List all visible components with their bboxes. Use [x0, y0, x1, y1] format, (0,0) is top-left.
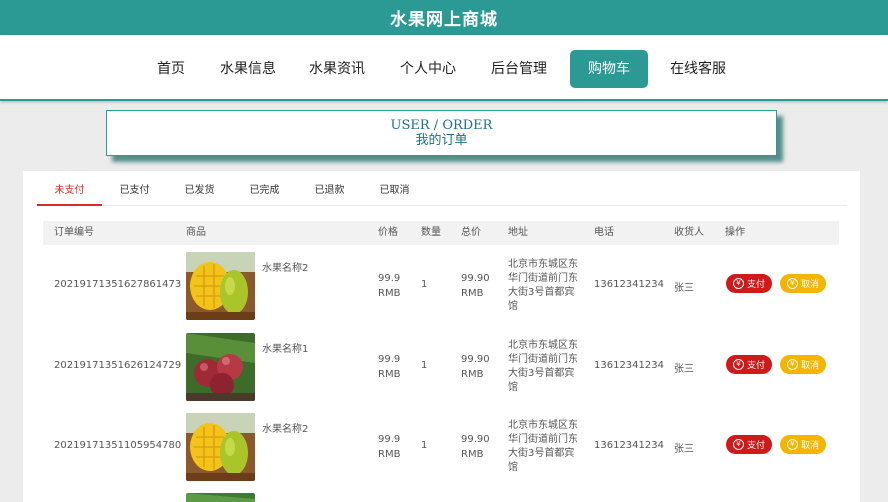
th-phone: 电话 [594, 227, 614, 238]
address: 北京市东城区东华门街道前门东大街3号首都宾馆 [508, 420, 578, 473]
quantity: 1 [421, 279, 428, 290]
nav-online-service[interactable]: 在线客服 [669, 50, 727, 88]
cancel-button[interactable]: ¥ 取消 [780, 435, 826, 454]
yen-icon: ¥ [786, 439, 798, 450]
main-nav: 首页 水果信息 水果资讯 个人中心 后台管理 购物车 在线客服 [0, 35, 888, 101]
tab-paid[interactable]: 已支付 [102, 179, 167, 206]
receiver: 张三 [674, 444, 694, 455]
th-order-no: 订单编号 [54, 227, 94, 238]
nav-home[interactable]: 首页 [155, 50, 187, 88]
pay-button[interactable]: ¥ 支付 [726, 274, 772, 293]
banner-title-zh: 我的订单 [415, 133, 468, 148]
mango-product-image [186, 252, 255, 320]
goods-name: 水果名称1 [262, 344, 309, 355]
price: 99.9 RMB [378, 434, 401, 460]
quantity: 1 [421, 360, 428, 371]
receiver: 张三 [674, 283, 694, 294]
nav-fruit-news[interactable]: 水果资讯 [308, 50, 366, 88]
phone: 13612341234 [594, 440, 664, 451]
goods-name: 水果名称2 [262, 424, 309, 435]
order-number: 20219171351105954780 [54, 440, 182, 451]
total-price: 99.90 RMB [461, 354, 490, 380]
th-qty: 数量 [421, 227, 441, 238]
yen-icon: ¥ [732, 359, 744, 370]
mango-product-image [186, 413, 255, 481]
phone: 13612341234 [594, 360, 664, 371]
tab-shipped[interactable]: 已发货 [167, 179, 232, 206]
cancel-button[interactable]: ¥ 取消 [780, 274, 826, 293]
th-receiver: 收货人 [674, 227, 704, 238]
tab-refunded[interactable]: 已退款 [297, 179, 362, 206]
nav-cart[interactable]: 购物车 [570, 50, 648, 88]
th-total: 总价 [461, 227, 481, 238]
total-price: 99.90 RMB [461, 273, 490, 299]
yen-icon: ¥ [732, 278, 744, 289]
goods-name: 水果名称2 [262, 263, 309, 274]
receiver: 张三 [674, 364, 694, 375]
table-row: 20219171351627861473 水果名称2 99.9 RMB 1 99.… [43, 247, 839, 328]
quantity: 1 [421, 440, 428, 451]
nav-admin[interactable]: 后台管理 [490, 50, 548, 88]
cancel-button[interactable]: ¥ 取消 [780, 355, 826, 374]
yen-icon: ¥ [786, 359, 798, 370]
order-panel: 未支付 已支付 已发货 已完成 已退款 已取消 订单编号 商品 价格 数量 总价… [23, 171, 860, 502]
tab-cancelled[interactable]: 已取消 [362, 179, 427, 206]
table-row: 20219171351626124729 水果名称1 99.9 RMB 1 99.… [43, 328, 839, 409]
total-price: 99.90 RMB [461, 434, 490, 460]
site-title: 水果网上商城 [390, 10, 498, 30]
th-price: 价格 [378, 227, 398, 238]
th-actions: 操作 [725, 227, 745, 238]
banner-title-en: USER / ORDER [390, 118, 493, 133]
phone: 13612341234 [594, 279, 664, 290]
th-address: 地址 [508, 227, 528, 238]
order-status-tabs: 未支付 已支付 已发货 已完成 已退款 已取消 [37, 179, 847, 206]
tab-unpaid[interactable]: 未支付 [37, 179, 102, 206]
price: 99.9 RMB [378, 273, 401, 299]
plum-product-image [186, 333, 255, 401]
nav-personal-center[interactable]: 个人中心 [399, 50, 457, 88]
address: 北京市东城区东华门街道前门东大街3号首都宾馆 [508, 259, 578, 312]
yen-icon: ¥ [786, 278, 798, 289]
th-goods: 商品 [186, 227, 206, 238]
top-header-bar: 水果网上商城 [0, 0, 888, 35]
pay-button[interactable]: ¥ 支付 [726, 435, 772, 454]
address: 北京市东城区东华门街道前门东大街3号首都宾馆 [508, 340, 578, 393]
order-number: 20219171351626124729 [54, 360, 182, 371]
order-number: 20219171351627861473 [54, 279, 182, 290]
pay-button[interactable]: ¥ 支付 [726, 355, 772, 374]
yen-icon: ¥ [732, 439, 744, 450]
nav-fruit-info[interactable]: 水果信息 [219, 50, 277, 88]
product-image-partial [186, 493, 255, 502]
tab-completed[interactable]: 已完成 [232, 179, 297, 206]
page-heading-banner: USER / ORDER 我的订单 [106, 110, 777, 156]
table-header: 订单编号 商品 价格 数量 总价 地址 电话 收货人 操作 [43, 221, 839, 245]
table-row: 20219171351105954780 水果名称2 99.9 RMB 1 99.… [43, 408, 839, 489]
price: 99.9 RMB [378, 354, 401, 380]
